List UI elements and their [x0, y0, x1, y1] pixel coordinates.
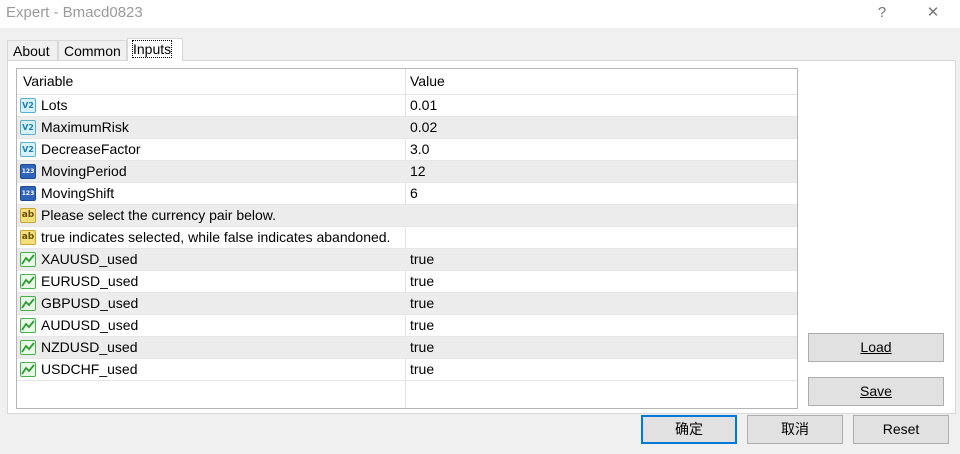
boolean-value-icon	[20, 252, 36, 267]
title-bar: Expert - Bmacd0823 ? ✕	[0, 0, 960, 28]
help-button[interactable]: ?	[867, 2, 897, 24]
double-value-icon: V2	[20, 98, 36, 113]
variable-name: MovingShift	[41, 185, 115, 201]
variable-name: MovingPeriod	[41, 163, 127, 179]
variable-value[interactable]: 0.01	[410, 95, 437, 116]
table-row[interactable]: AUDUSD_used true	[17, 315, 797, 337]
boolean-value-icon	[20, 362, 36, 377]
boolean-value-icon	[20, 318, 36, 333]
string-value-icon: ab	[20, 208, 36, 223]
tab-inputs[interactable]: Inputs	[127, 38, 183, 61]
variable-value[interactable]: true	[410, 249, 434, 270]
close-button[interactable]: ✕	[918, 2, 948, 24]
tab-about[interactable]: About	[7, 40, 58, 60]
window-title: Expert - Bmacd0823	[6, 4, 143, 21]
variable-name: USDCHF_used	[41, 361, 138, 377]
variable-name: Lots	[41, 97, 68, 113]
save-button[interactable]: Save	[808, 377, 944, 406]
reset-button[interactable]: Reset	[853, 415, 949, 444]
table-row[interactable]: 123 MovingShift 6	[17, 183, 797, 205]
variable-value[interactable]: 12	[410, 161, 426, 182]
boolean-value-icon	[20, 340, 36, 355]
variable-name: true indicates selected, while false ind…	[41, 229, 391, 245]
column-header-value[interactable]: Value	[410, 69, 445, 94]
variable-name: MaximumRisk	[41, 119, 129, 135]
table-row[interactable]: ab Please select the currency pair below.	[17, 205, 797, 227]
tab-common[interactable]: Common	[58, 40, 127, 60]
variable-value[interactable]: true	[410, 337, 434, 358]
table-row[interactable]: V2 Lots 0.01	[17, 95, 797, 117]
variable-name: AUDUSD_used	[41, 317, 139, 333]
variable-value[interactable]: true	[410, 293, 434, 314]
load-button[interactable]: Load	[808, 333, 944, 362]
double-value-icon: V2	[20, 142, 36, 157]
table-row[interactable]: NZDUSD_used true	[17, 337, 797, 359]
integer-value-icon: 123	[20, 186, 36, 201]
boolean-value-icon	[20, 274, 36, 289]
table-row[interactable]: 123 MovingPeriod 12	[17, 161, 797, 183]
grid-header: Variable Value	[17, 69, 797, 95]
variable-value[interactable]: 6	[410, 183, 418, 204]
double-value-icon: V2	[20, 120, 36, 135]
table-row[interactable]: V2 DecreaseFactor 3.0	[17, 139, 797, 161]
variable-name: GBPUSD_used	[41, 295, 139, 311]
inputs-grid[interactable]: Variable Value V2 Lots 0.01 V2 MaximumRisk 0.…	[16, 68, 798, 409]
cancel-button[interactable]: 取消	[747, 415, 843, 444]
table-row[interactable]: ab true indicates selected, while false i…	[17, 227, 797, 249]
table-row[interactable]: GBPUSD_used true	[17, 293, 797, 315]
variable-value[interactable]: true	[410, 359, 434, 380]
variable-value[interactable]: true	[410, 271, 434, 292]
variable-name: Please select the currency pair below.	[41, 207, 277, 223]
table-row[interactable]: XAUUSD_used true	[17, 249, 797, 271]
variable-name: NZDUSD_used	[41, 339, 138, 355]
table-row[interactable]: EURUSD_used true	[17, 271, 797, 293]
string-value-icon: ab	[20, 230, 36, 245]
integer-value-icon: 123	[20, 164, 36, 179]
column-header-variable[interactable]: Variable	[23, 69, 73, 94]
variable-name: EURUSD_used	[41, 273, 139, 289]
variable-name: XAUUSD_used	[41, 251, 138, 267]
boolean-value-icon	[20, 296, 36, 311]
table-row[interactable]: V2 MaximumRisk 0.02	[17, 117, 797, 139]
variable-value[interactable]: true	[410, 315, 434, 336]
variable-name: DecreaseFactor	[41, 141, 141, 157]
variable-value[interactable]: 0.02	[410, 117, 437, 138]
ok-button[interactable]: 确定	[641, 415, 737, 444]
variable-value[interactable]: 3.0	[410, 139, 429, 160]
table-row[interactable]: USDCHF_used true	[17, 359, 797, 381]
